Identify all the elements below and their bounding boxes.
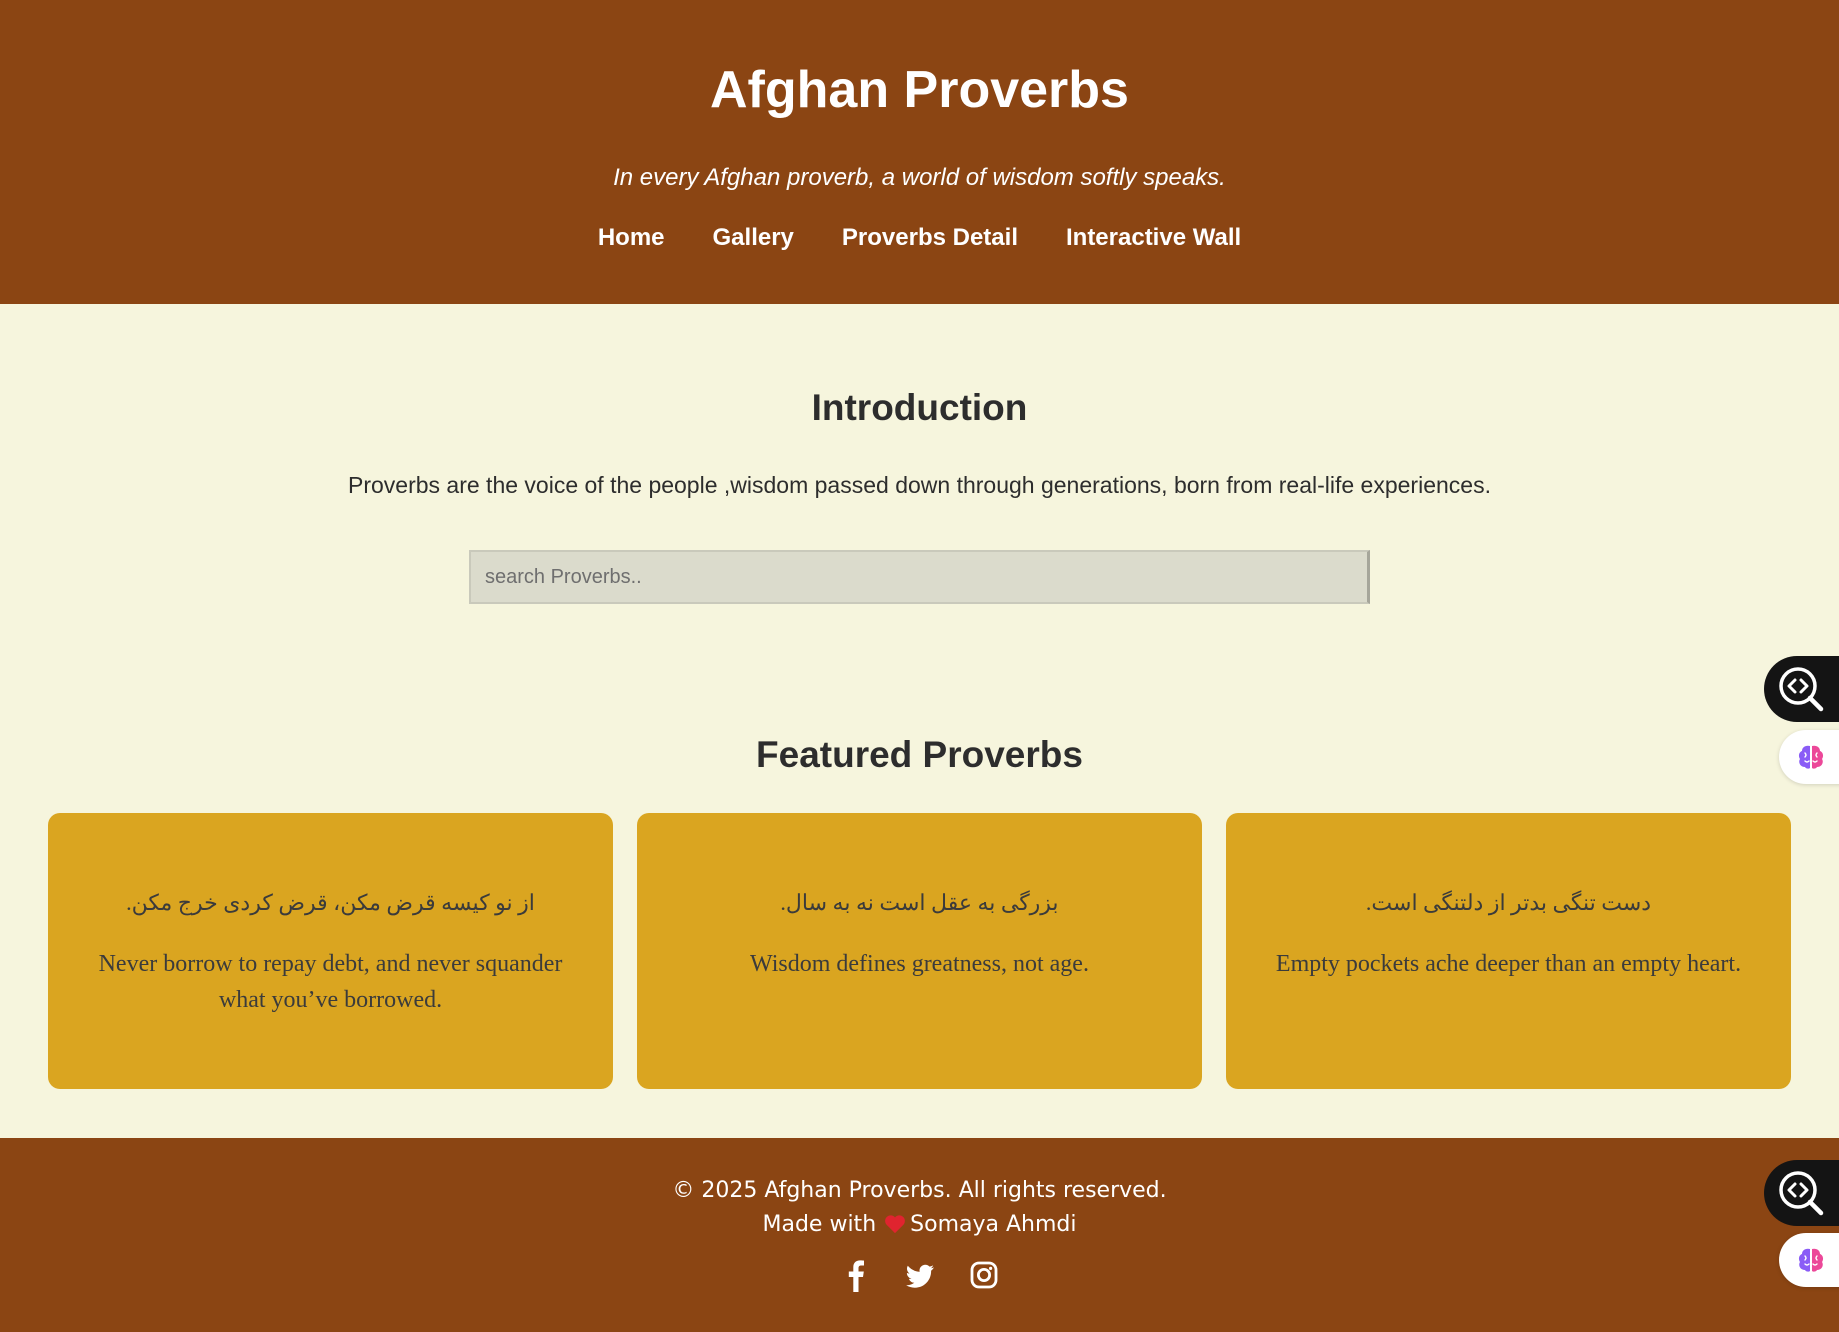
site-header: Afghan Proverbs In every Afghan proverb,… <box>0 0 1839 304</box>
made-with-line: Made with Somaya Ahmdi <box>0 1210 1839 1240</box>
proverb-card[interactable]: از نو کیسه قرض مکن، قرض کردی خرج مکن. Ne… <box>48 813 613 1089</box>
ai-assistant-button[interactable] <box>1779 730 1839 784</box>
proverb-english-text: Wisdom defines greatness, not age. <box>750 951 1089 977</box>
brain-icon <box>1798 1248 1824 1272</box>
ai-assistant-button-secondary[interactable] <box>1779 1233 1839 1287</box>
site-tagline: In every Afghan proverb, a world of wisd… <box>613 164 1226 191</box>
brain-icon <box>1798 745 1824 769</box>
proverb-english-text: Never borrow to repay debt, and never sq… <box>98 951 563 1013</box>
code-search-icon <box>1779 667 1824 712</box>
site-title: Afghan Proverbs <box>710 61 1129 119</box>
code-inspect-button[interactable] <box>1764 656 1839 722</box>
proverb-card[interactable]: دست تنگی بدتر از دلتنگی است. Empty pocke… <box>1226 813 1791 1089</box>
search-input[interactable] <box>469 550 1370 604</box>
code-search-icon <box>1779 1171 1824 1216</box>
twitter-link[interactable] <box>905 1258 935 1292</box>
social-links <box>0 1258 1839 1298</box>
twitter-icon <box>905 1264 934 1288</box>
main-nav: Home Gallery Proverbs Detail Interactive… <box>0 222 1839 254</box>
heart-icon <box>885 1215 906 1234</box>
nav-proverbs-detail[interactable]: Proverbs Detail <box>842 222 1018 254</box>
introduction-text: Proverbs are the voice of the people ,wi… <box>348 472 1491 498</box>
nav-gallery[interactable]: Gallery <box>713 222 794 254</box>
code-inspect-button-secondary[interactable] <box>1764 1160 1839 1226</box>
proverb-dari-text: دست تنگی بدتر از دلتنگی است. <box>1365 890 1652 915</box>
site-footer: © 2025 Afghan Proverbs. All rights reser… <box>0 1138 1839 1332</box>
introduction-heading: Introduction <box>811 387 1028 428</box>
nav-interactive-wall[interactable]: Interactive Wall <box>1066 222 1241 254</box>
proverb-english-text: Empty pockets ache deeper than an empty … <box>1275 951 1742 977</box>
nav-home[interactable]: Home <box>598 222 665 254</box>
proverb-dari-text: بزرگی به عقل است نه به سال. <box>780 890 1059 915</box>
copyright-text: © 2025 Afghan Proverbs. All rights reser… <box>672 1178 1167 1203</box>
instagram-link[interactable] <box>969 1258 999 1292</box>
proverb-card[interactable]: بزرگی به عقل است نه به سال. Wisdom defin… <box>637 813 1202 1089</box>
made-with-label: Made with <box>762 1212 877 1237</box>
proverb-dari-text: از نو کیسه قرض مکن، قرض کردی خرج مکن. <box>126 890 535 915</box>
facebook-link[interactable] <box>841 1258 871 1292</box>
featured-proverbs-heading: Featured Proverbs <box>756 734 1083 775</box>
author-name: Somaya Ahmdi <box>910 1212 1077 1237</box>
facebook-icon <box>848 1260 864 1292</box>
instagram-icon <box>970 1261 997 1289</box>
